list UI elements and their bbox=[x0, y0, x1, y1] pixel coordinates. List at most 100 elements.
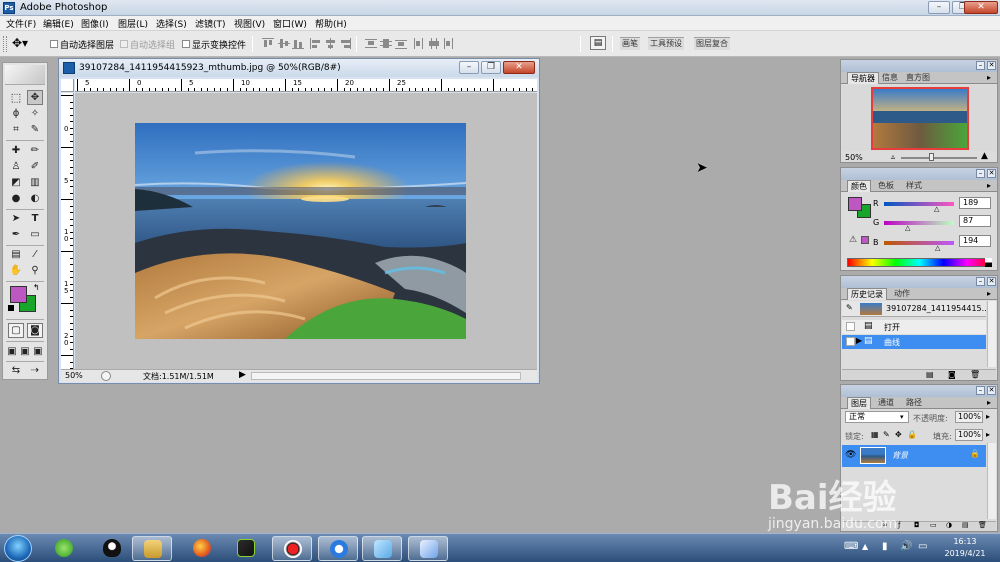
tab-swatches[interactable]: 色板 bbox=[875, 180, 897, 192]
zoom-tool-icon[interactable]: ⚲ bbox=[27, 263, 43, 278]
link-layers-icon[interactable]: ∞ bbox=[882, 521, 888, 529]
panel-menu-icon[interactable]: ▸ bbox=[987, 398, 991, 407]
fill-arrow-icon[interactable]: ▸ bbox=[986, 430, 990, 439]
panel-header[interactable]: – ✕ bbox=[841, 60, 997, 72]
panel-minimize-button[interactable]: – bbox=[976, 61, 985, 70]
volume-icon[interactable]: 🔊 bbox=[900, 541, 912, 552]
layers-scrollbar[interactable] bbox=[987, 443, 996, 519]
taskbar-app-recorder[interactable] bbox=[272, 536, 312, 561]
taskbar-app-360[interactable] bbox=[44, 536, 84, 561]
menu-view[interactable]: 视图(V) bbox=[234, 17, 265, 30]
full-screen-menu-icon[interactable]: ▣ bbox=[19, 344, 31, 359]
distribute-left-icon[interactable] bbox=[413, 38, 425, 49]
network-icon[interactable]: ▮ bbox=[882, 541, 888, 552]
gamut-warning-icon[interactable]: ⚠ bbox=[849, 235, 857, 245]
lock-all-icon[interactable]: 🔒 bbox=[907, 430, 917, 439]
panel-header[interactable]: – ✕ bbox=[841, 385, 997, 397]
zoom-slider[interactable] bbox=[901, 157, 977, 159]
standard-mode-icon[interactable]: ▢ bbox=[8, 323, 24, 338]
full-screen-icon[interactable]: ▣ bbox=[32, 344, 44, 359]
distribute-top-icon[interactable] bbox=[365, 38, 377, 49]
options-grip[interactable] bbox=[3, 36, 7, 52]
photoshop-feather-icon[interactable] bbox=[5, 65, 45, 85]
canvas-area[interactable] bbox=[75, 93, 537, 369]
taskbar-app-photoshop[interactable] bbox=[408, 536, 448, 561]
channel-g-thumb[interactable]: △ bbox=[905, 224, 910, 232]
zoom-in-icon[interactable]: ▲ bbox=[981, 151, 988, 161]
align-left-icon[interactable] bbox=[310, 38, 322, 49]
notes-tool-icon[interactable]: ▤ bbox=[8, 247, 24, 262]
healing-brush-icon[interactable]: ✚ bbox=[8, 143, 24, 158]
minimize-button[interactable]: – bbox=[928, 1, 950, 14]
tray-expand-icon[interactable]: ▲ bbox=[862, 542, 868, 551]
blur-tool-icon[interactable]: ● bbox=[8, 191, 24, 206]
file-browser-icon[interactable]: ▤ bbox=[590, 36, 606, 50]
tab-histogram[interactable]: 直方图 bbox=[903, 72, 933, 84]
align-top-icon[interactable] bbox=[262, 38, 274, 49]
delete-state-icon[interactable]: 🗑 bbox=[970, 370, 980, 379]
auto-select-group-checkbox[interactable] bbox=[120, 40, 128, 48]
panel-close-button[interactable]: ✕ bbox=[987, 61, 996, 70]
keyboard-icon[interactable]: ⌨ bbox=[844, 541, 858, 552]
channel-b-input[interactable]: 194 bbox=[959, 235, 991, 247]
swap-colors-icon[interactable]: ↰ bbox=[33, 283, 40, 292]
channel-b-slider[interactable] bbox=[884, 241, 954, 245]
new-snapshot-icon[interactable]: ◙ bbox=[948, 370, 956, 379]
vertical-ruler[interactable]: 0 5 1 0 1 5 2 0 bbox=[61, 93, 74, 369]
horizontal-ruler[interactable]: 5 0 5 10 15 20 25 bbox=[75, 79, 537, 92]
channel-r-slider[interactable] bbox=[884, 202, 954, 206]
auto-select-layer-checkbox[interactable] bbox=[50, 40, 58, 48]
menu-window[interactable]: 窗口(W) bbox=[273, 17, 307, 30]
system-clock[interactable]: 16:13 2019/4/21 bbox=[940, 536, 990, 560]
layer-visibility-eye-icon[interactable]: 👁 bbox=[845, 450, 856, 460]
new-group-icon[interactable]: ▭ bbox=[930, 521, 937, 529]
tab-paths[interactable]: 路径 bbox=[903, 397, 925, 409]
navigator-preview[interactable] bbox=[842, 85, 996, 151]
dodge-tool-icon[interactable]: ◐ bbox=[27, 191, 43, 206]
clone-stamp-icon[interactable]: ♙ bbox=[8, 159, 24, 174]
panel-minimize-button[interactable]: – bbox=[976, 169, 985, 178]
palette-well-layer-comps[interactable]: 图层复合 bbox=[694, 37, 730, 50]
layer-style-icon[interactable]: ƒ bbox=[898, 521, 900, 529]
hand-tool-icon[interactable]: ✋ bbox=[8, 263, 24, 278]
tab-layers[interactable]: 图层 bbox=[847, 397, 871, 409]
shape-tool-icon[interactable]: ▭ bbox=[27, 227, 43, 242]
new-layer-icon[interactable]: ▤ bbox=[962, 521, 969, 529]
default-colors-icon[interactable] bbox=[8, 305, 14, 311]
path-selection-icon[interactable]: ➤ bbox=[8, 211, 24, 226]
history-item[interactable]: ▤ 打开 bbox=[842, 320, 986, 334]
align-right-icon[interactable] bbox=[339, 38, 351, 49]
magic-wand-icon[interactable]: ✧ bbox=[27, 106, 43, 121]
menu-select[interactable]: 选择(S) bbox=[156, 17, 187, 30]
zoom-out-icon[interactable]: ▵ bbox=[891, 152, 895, 161]
quick-mask-icon[interactable]: ◙ bbox=[27, 323, 43, 338]
gamut-swatch[interactable] bbox=[861, 236, 869, 244]
align-bottom-icon[interactable] bbox=[292, 38, 304, 49]
slice-tool-icon[interactable]: ✎ bbox=[27, 122, 43, 137]
history-brush-source-box[interactable] bbox=[846, 337, 855, 346]
show-transform-checkbox[interactable] bbox=[182, 40, 190, 48]
doc-restore-button[interactable]: ❐ bbox=[481, 61, 501, 74]
fill-input[interactable]: 100% bbox=[955, 429, 983, 441]
document-title-bar[interactable]: 39107284_1411954415923_mthumb.jpg @ 50%(… bbox=[59, 59, 539, 77]
panel-minimize-button[interactable]: – bbox=[976, 277, 985, 286]
taskbar-app-explorer[interactable] bbox=[132, 536, 172, 561]
brush-tool-icon[interactable]: ✏ bbox=[27, 143, 43, 158]
align-vcenter-icon[interactable] bbox=[278, 38, 290, 49]
start-button[interactable] bbox=[4, 535, 32, 562]
menu-image[interactable]: 图像(I) bbox=[81, 17, 109, 30]
lock-image-icon[interactable]: ✎ bbox=[883, 430, 890, 439]
zoom-level[interactable]: 50% bbox=[65, 371, 83, 380]
tab-navigator[interactable]: 导航器 bbox=[847, 72, 879, 84]
new-document-from-state-icon[interactable]: ▤ bbox=[926, 370, 934, 379]
battery-icon[interactable]: ▭ bbox=[918, 541, 927, 552]
history-state-slider-icon[interactable]: ▶ bbox=[856, 336, 862, 345]
menu-file[interactable]: 文件(F) bbox=[6, 17, 36, 30]
palette-well-tool-presets[interactable]: 工具预设 bbox=[648, 37, 684, 50]
landscape-photo[interactable] bbox=[135, 123, 466, 339]
imageready-icon[interactable]: ⇆ bbox=[8, 363, 24, 378]
tab-channels[interactable]: 通道 bbox=[875, 397, 897, 409]
channel-g-slider[interactable] bbox=[884, 221, 954, 225]
history-snapshot-row[interactable]: ✎ 39107284_1411954415... bbox=[842, 301, 989, 317]
layer-row-background[interactable]: 👁 背景 🔒 bbox=[842, 445, 986, 467]
